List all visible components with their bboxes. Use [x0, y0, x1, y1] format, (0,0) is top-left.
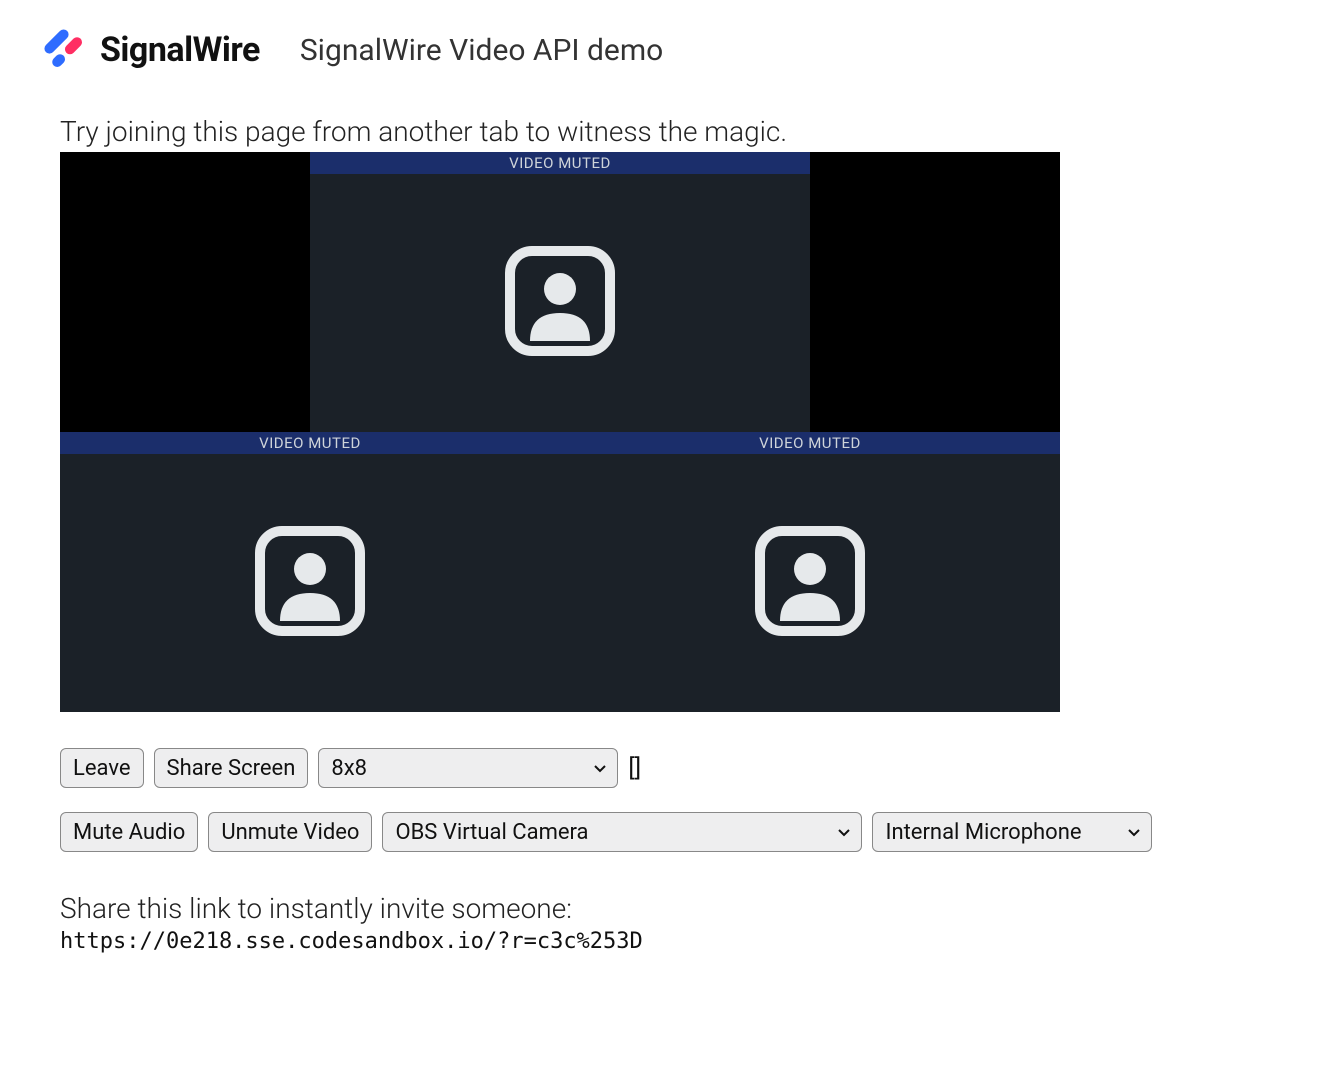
video-empty-right: [810, 152, 1060, 432]
signalwire-logo-icon: [40, 25, 90, 75]
person-placeholder-icon: [500, 241, 620, 365]
header: SignalWire SignalWire Video API demo: [40, 25, 1296, 75]
page-title: SignalWire Video API demo: [300, 33, 663, 68]
brand-logo: SignalWire: [40, 25, 260, 75]
video-grid: VIDEO MUTED VIDEO MUTED: [60, 152, 1060, 712]
video-tile-body: [560, 454, 1060, 712]
share-screen-button[interactable]: Share Screen: [154, 748, 309, 788]
video-muted-badge: VIDEO MUTED: [560, 432, 1060, 454]
controls-row-2: Mute Audio Unmute Video OBS Virtual Came…: [60, 812, 1296, 852]
instruction-text: Try joining this page from another tab t…: [60, 115, 1296, 148]
video-row-top: VIDEO MUTED: [60, 152, 1060, 432]
mute-audio-button[interactable]: Mute Audio: [60, 812, 198, 852]
brand-name: SignalWire: [100, 30, 260, 70]
video-tile-body: [310, 174, 810, 432]
controls-row-1: Leave Share Screen 8x8 []: [60, 748, 1296, 788]
share-block: Share this link to instantly invite some…: [60, 892, 1296, 954]
camera-select[interactable]: OBS Virtual Camera: [382, 812, 862, 852]
video-tile-body: [60, 454, 560, 712]
video-muted-badge: VIDEO MUTED: [310, 152, 810, 174]
members-list: []: [628, 754, 641, 782]
video-tile[interactable]: VIDEO MUTED: [310, 152, 810, 432]
microphone-select[interactable]: Internal Microphone: [872, 812, 1152, 852]
share-link[interactable]: https://0e218.sse.codesandbox.io/?r=c3c%…: [60, 929, 1296, 954]
person-placeholder-icon: [750, 521, 870, 645]
video-row-bottom: VIDEO MUTED VIDEO MUTED: [60, 432, 1060, 712]
video-tile[interactable]: VIDEO MUTED: [560, 432, 1060, 712]
video-empty-left: [60, 152, 310, 432]
video-muted-badge: VIDEO MUTED: [60, 432, 560, 454]
video-tile[interactable]: VIDEO MUTED: [60, 432, 560, 712]
page-root: SignalWire SignalWire Video API demo Try…: [0, 0, 1336, 1014]
share-instruction: Share this link to instantly invite some…: [60, 892, 1296, 925]
layout-select[interactable]: 8x8: [318, 748, 618, 788]
unmute-video-button[interactable]: Unmute Video: [208, 812, 372, 852]
leave-button[interactable]: Leave: [60, 748, 144, 788]
person-placeholder-icon: [250, 521, 370, 645]
